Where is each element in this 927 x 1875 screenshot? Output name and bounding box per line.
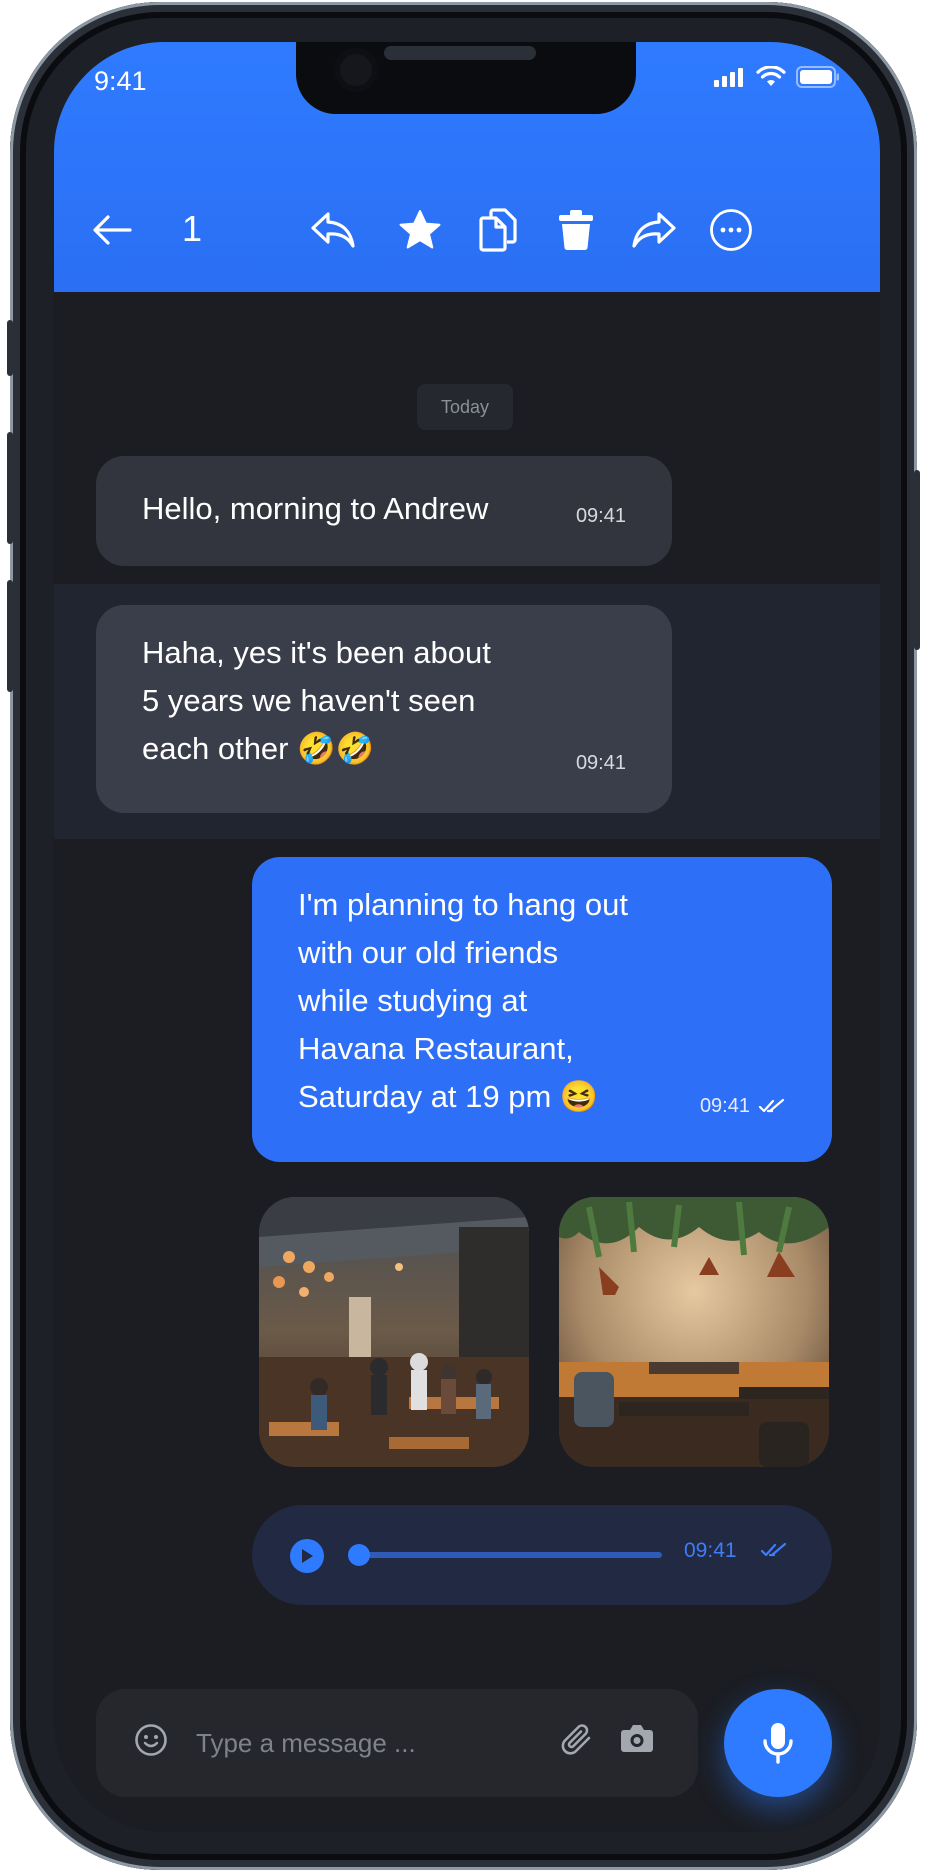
reply-button[interactable] xyxy=(309,206,357,254)
trash-icon xyxy=(559,210,593,251)
battery-icon xyxy=(796,66,839,88)
double-check-icon xyxy=(760,1542,787,1557)
message-line: while studying at xyxy=(298,983,528,1018)
double-check-icon xyxy=(758,1098,785,1113)
status-time: 9:41 xyxy=(94,66,147,96)
composer xyxy=(96,1689,698,1797)
power-button xyxy=(914,470,920,650)
message-line: I'm planning to hang out xyxy=(298,887,628,922)
copy-icon xyxy=(479,208,517,252)
play-icon xyxy=(302,1549,313,1563)
smiley-icon xyxy=(135,1724,167,1756)
copy-button[interactable] xyxy=(474,206,522,254)
message-time: 09:41 xyxy=(575,752,626,774)
voice-message[interactable]: 09:41 xyxy=(252,1505,832,1605)
restaurant-booth-photo[interactable] xyxy=(559,1197,829,1467)
back-button[interactable] xyxy=(88,206,136,254)
forward-icon xyxy=(632,212,676,248)
message-text: Hello, morning to Andrew xyxy=(142,491,489,526)
outgoing-message[interactable]: I'm planning to hang out with our old fr… xyxy=(252,857,832,1162)
status-icons xyxy=(714,66,840,88)
more-button[interactable] xyxy=(707,206,755,254)
attach-button[interactable] xyxy=(560,1721,594,1763)
incoming-message[interactable]: Hello, morning to Andrew 09:41 xyxy=(96,456,672,566)
message-time: 09:41 xyxy=(575,505,626,527)
signal-icon xyxy=(714,68,743,87)
voice-progress-track[interactable] xyxy=(352,1552,662,1558)
voice-time: 09:41 xyxy=(684,1539,737,1562)
speaker-grille xyxy=(384,46,536,60)
restaurant-interior-image xyxy=(259,1197,529,1467)
message-line: with our old friends xyxy=(298,935,559,970)
message-input[interactable] xyxy=(196,1719,516,1767)
microphone-icon xyxy=(763,1723,793,1764)
delete-button[interactable] xyxy=(552,206,600,254)
mute-switch xyxy=(7,320,13,376)
message-line: 5 years we haven't seen xyxy=(142,683,476,718)
message-line: Havana Restaurant, xyxy=(298,1031,574,1066)
screen: 9:41 1 Today Hello, morning to Andrew 09… xyxy=(54,42,880,1832)
restaurant-booth-image xyxy=(559,1197,829,1467)
camera-button[interactable] xyxy=(620,1722,654,1758)
wifi-icon xyxy=(756,66,786,86)
message-meta: 09:41 xyxy=(700,1082,786,1130)
message-line: Haha, yes it's been about xyxy=(142,635,491,670)
star-icon xyxy=(399,210,441,249)
volume-up-button xyxy=(7,432,13,544)
star-button[interactable] xyxy=(396,206,444,254)
voice-progress-handle[interactable] xyxy=(348,1544,370,1566)
voice-record-button[interactable] xyxy=(724,1689,832,1797)
emoji-button[interactable] xyxy=(134,1723,168,1761)
selected-count: 1 xyxy=(182,208,203,249)
more-icon xyxy=(710,209,752,251)
selection-toolbar: 1 xyxy=(54,192,880,262)
volume-down-button xyxy=(7,580,13,692)
back-arrow-icon xyxy=(93,215,132,245)
date-separator: Today xyxy=(417,384,513,430)
front-camera xyxy=(334,48,378,92)
camera-icon xyxy=(621,1725,653,1752)
message-time: 09:41 xyxy=(699,1095,750,1117)
forward-button[interactable] xyxy=(630,206,678,254)
restaurant-interior-photo[interactable] xyxy=(259,1197,529,1467)
paperclip-icon xyxy=(561,1724,591,1755)
incoming-message-selected[interactable]: Haha, yes it's been about 5 years we hav… xyxy=(96,605,672,813)
play-button[interactable] xyxy=(290,1539,324,1573)
reply-icon xyxy=(311,212,355,248)
chat-area: Today Hello, morning to Andrew 09:41 Hah… xyxy=(54,292,880,1832)
